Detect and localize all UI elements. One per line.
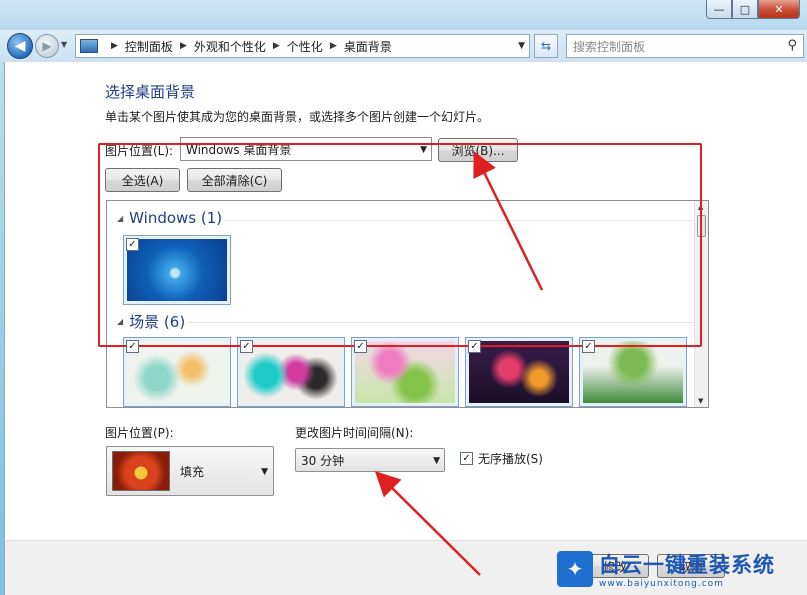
back-button[interactable]: ◀ — [7, 33, 33, 59]
scene-wallpaper-image — [241, 341, 341, 403]
collapse-triangle-icon[interactable]: ◢ — [117, 317, 123, 326]
scene-wallpaper-image — [583, 341, 683, 403]
wallpaper-thumbnail[interactable]: ✓ — [351, 337, 459, 407]
shuffle-checkbox[interactable]: ✓ — [460, 452, 473, 465]
breadcrumb-appearance[interactable]: 外观和个性化 — [194, 38, 266, 55]
page-description: 单击某个图片使其成为您的桌面背景，或选择多个图片创建一个幻灯片。 — [105, 110, 490, 124]
minimize-button[interactable]: — — [706, 0, 732, 19]
close-button[interactable]: ✕ — [758, 0, 800, 19]
forward-button[interactable]: ▶ — [35, 34, 59, 58]
refresh-icon: ⇆ — [540, 39, 552, 53]
select-all-button[interactable]: 全选(A) — [105, 168, 180, 192]
bird-logo-icon: ✦ — [557, 551, 593, 587]
watermark-brand-text: 白云一键重装系统 — [599, 553, 775, 577]
picture-position-select[interactable]: 填充 ▼ — [106, 446, 274, 496]
back-arrow-icon: ◀ — [14, 38, 26, 54]
group-divider — [187, 322, 695, 323]
chevron-down-icon: ▼ — [433, 456, 440, 466]
breadcrumb-desktop-background[interactable]: 桌面背景 — [344, 38, 392, 55]
scene-wallpaper-image — [355, 341, 455, 403]
search-icon[interactable]: ⚲ — [787, 38, 797, 53]
control-panel-icon — [80, 39, 98, 53]
chevron-down-icon: ▼ — [420, 145, 427, 155]
picture-location-select[interactable]: Windows 桌面背景 ▼ — [180, 137, 432, 161]
search-placeholder: 搜索控制面板 — [573, 39, 646, 54]
picture-position-label: 图片位置(P): — [105, 426, 174, 440]
windows-logo-wallpaper-image — [127, 239, 227, 301]
group-header-windows[interactable]: ◢ Windows (1) — [117, 209, 222, 227]
refresh-button[interactable]: ⇆ — [534, 34, 558, 58]
group-title: 场景 (6) — [129, 313, 186, 331]
shuffle-label: 无序播放(S) — [478, 452, 543, 466]
maximize-icon: □ — [739, 2, 751, 16]
picture-position-value: 填充 — [180, 464, 205, 479]
main-content: 选择桌面背景 单击某个图片使其成为您的桌面背景，或选择多个图片创建一个幻灯片。 … — [4, 62, 807, 540]
minimize-icon: — — [713, 2, 725, 16]
forward-arrow-icon: ▶ — [42, 39, 52, 53]
scroll-up-icon[interactable]: ▲ — [698, 203, 703, 211]
watermark-url: www.baiyunxitong.com — [599, 579, 724, 589]
thumbnail-checkbox[interactable]: ✓ — [126, 238, 139, 251]
wallpaper-gallery[interactable]: ◢ Windows (1) ✓ ◢ 场景 (6) ✓ ✓ ✓ ✓ ✓ ▲ ▼ — [106, 200, 709, 408]
interval-select[interactable]: 30 分钟 ▼ — [295, 448, 445, 472]
thumbnail-checkbox[interactable]: ✓ — [354, 340, 367, 353]
chevron-down-icon: ▼ — [261, 467, 268, 477]
shuffle-option[interactable]: ✓ 无序播放(S) — [460, 450, 543, 467]
breadcrumb-separator-icon[interactable]: ▶ — [111, 41, 118, 51]
breadcrumb-separator-icon[interactable]: ▶ — [180, 41, 187, 51]
gallery-scrollbar[interactable]: ▲ ▼ — [694, 201, 708, 407]
scroll-down-icon[interactable]: ▼ — [698, 397, 703, 405]
interval-value: 30 分钟 — [301, 453, 345, 468]
footer-bar: 修改 取消 ✦ 白云一键重装系统 www.baiyunxitong.com — [4, 540, 807, 595]
scrollbar-thumb[interactable] — [697, 215, 706, 237]
scene-wallpaper-image — [127, 341, 227, 403]
scene-wallpaper-image — [469, 341, 569, 403]
title-bar: — □ ✕ — [0, 0, 807, 30]
breadcrumb-separator-icon[interactable]: ▶ — [330, 41, 337, 51]
thumbnail-checkbox[interactable]: ✓ — [582, 340, 595, 353]
navigation-bar: ◀ ▶ ▼ ▶ 控制面板 ▶ 外观和个性化 ▶ 个性化 ▶ 桌面背景 ▼ ⇆ 搜… — [0, 30, 807, 62]
breadcrumb-personalization[interactable]: 个性化 — [287, 38, 323, 55]
group-divider — [225, 220, 695, 221]
clear-all-button[interactable]: 全部清除(C) — [187, 168, 282, 192]
picture-location-value: Windows 桌面背景 — [186, 142, 292, 157]
page-title: 选择桌面背景 — [105, 83, 196, 101]
browse-button[interactable]: 浏览(B)... — [438, 138, 518, 162]
picture-location-label: 图片位置(L): — [105, 144, 174, 158]
wallpaper-thumbnail[interactable]: ✓ — [465, 337, 573, 407]
thumbnail-checkbox[interactable]: ✓ — [240, 340, 253, 353]
search-input[interactable]: 搜索控制面板 ⚲ — [566, 34, 804, 58]
wallpaper-thumbnail[interactable]: ✓ — [237, 337, 345, 407]
position-preview-image — [112, 451, 170, 491]
breadcrumb-separator-icon[interactable]: ▶ — [273, 41, 280, 51]
maximize-button[interactable]: □ — [732, 0, 758, 19]
wallpaper-thumbnail[interactable]: ✓ — [123, 235, 231, 305]
control-panel-window: — □ ✕ ◀ ▶ ▼ ▶ 控制面板 ▶ 外观和个性化 ▶ 个性化 ▶ 桌面背景… — [0, 0, 807, 595]
watermark-text-block: 白云一键重装系统 www.baiyunxitong.com — [599, 549, 775, 589]
breadcrumb-control-panel[interactable]: 控制面板 — [125, 38, 173, 55]
group-header-scenes[interactable]: ◢ 场景 (6) — [117, 311, 185, 332]
thumbnail-checkbox[interactable]: ✓ — [468, 340, 481, 353]
interval-label: 更改图片时间间隔(N): — [295, 426, 414, 440]
address-bar[interactable]: ▶ 控制面板 ▶ 外观和个性化 ▶ 个性化 ▶ 桌面背景 ▼ — [75, 34, 530, 58]
wallpaper-thumbnail[interactable]: ✓ — [123, 337, 231, 407]
thumbnail-checkbox[interactable]: ✓ — [126, 340, 139, 353]
collapse-triangle-icon[interactable]: ◢ — [117, 214, 123, 223]
chevron-down-icon: ▼ — [61, 40, 68, 49]
group-title: Windows (1) — [129, 209, 223, 227]
address-dropdown-icon[interactable]: ▼ — [518, 41, 525, 51]
watermark: ✦ 白云一键重装系统 www.baiyunxitong.com — [557, 549, 807, 589]
close-icon: ✕ — [774, 2, 784, 16]
wallpaper-thumbnail[interactable]: ✓ — [579, 337, 687, 407]
recent-pages-dropdown[interactable]: ▼ — [61, 40, 67, 49]
